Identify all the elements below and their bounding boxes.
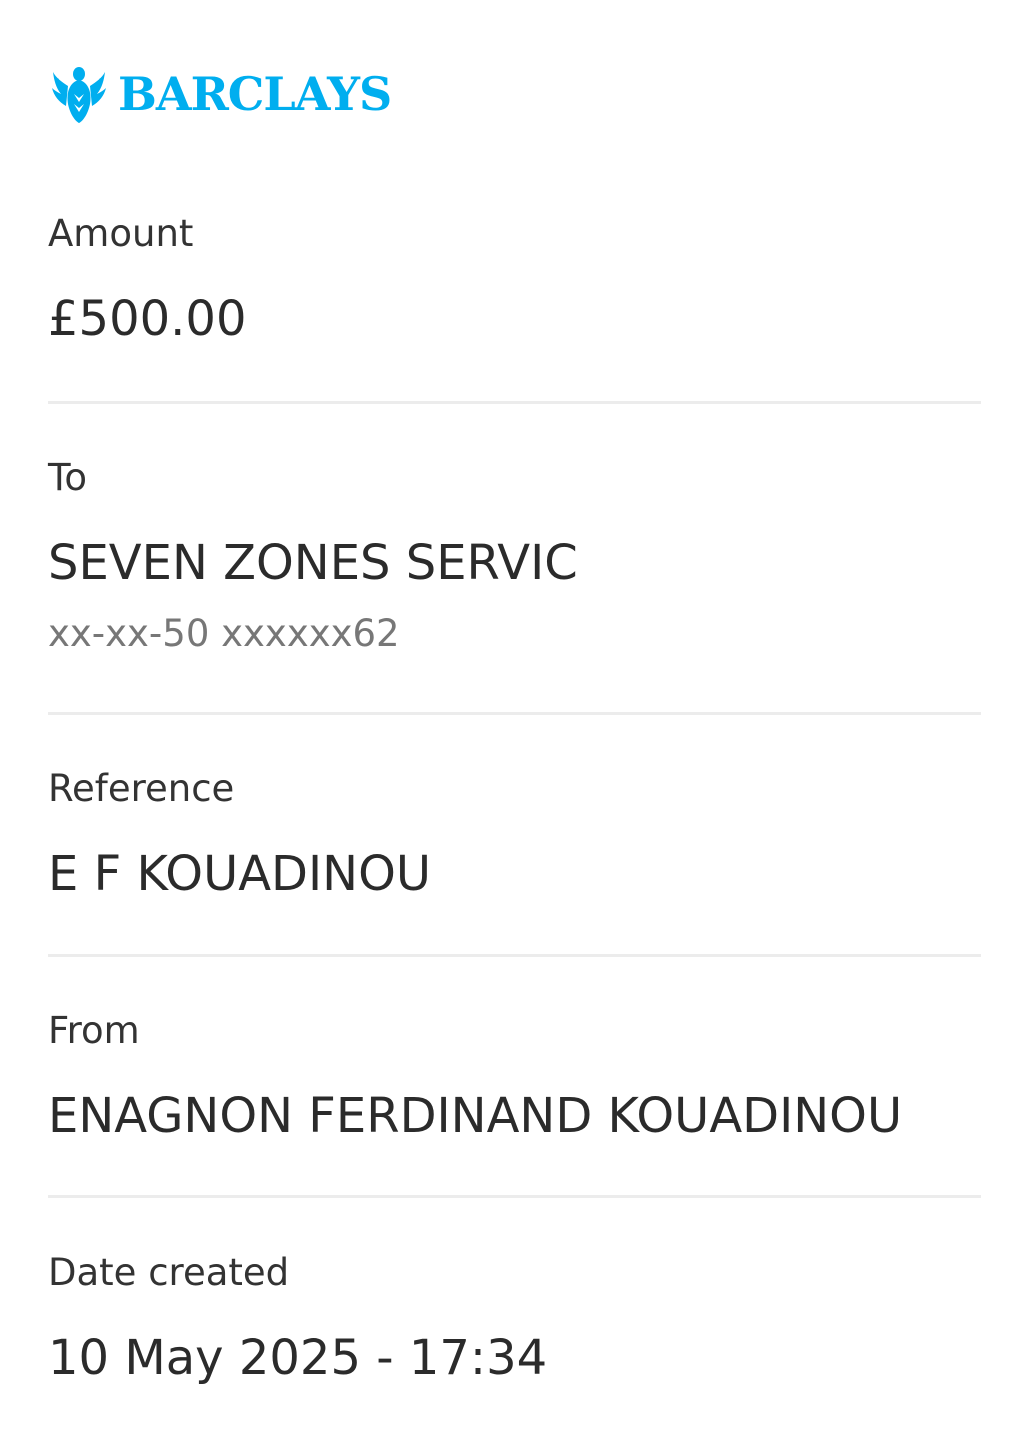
divider <box>48 712 981 715</box>
brand-name: BARCLAYS <box>118 67 392 121</box>
reference-section: Reference E F KOUADINOU <box>48 767 981 903</box>
date-created-value: 10 May 2025 - 17:34 <box>48 1330 548 1386</box>
reference-label: Reference <box>48 767 235 810</box>
divider <box>48 1195 981 1198</box>
date-created-label: Date created <box>48 1251 290 1294</box>
date-created-section: Date created 10 May 2025 - 17:34 <box>48 1251 981 1387</box>
amount-section: Amount £500.00 <box>48 212 981 348</box>
brand-logo: BARCLAYS <box>52 64 392 124</box>
from-label: From <box>48 1009 140 1052</box>
divider <box>48 401 981 404</box>
amount-label: Amount <box>48 212 194 255</box>
reference-value: E F KOUADINOU <box>48 846 431 902</box>
to-label: To <box>48 456 87 499</box>
to-section: To SEVEN ZONES SERVIC xx-xx-50 xxxxxx62 <box>48 456 981 656</box>
from-value: ENAGNON FERDINAND KOUADINOU <box>48 1088 903 1144</box>
divider <box>48 954 981 957</box>
eagle-icon <box>52 67 106 123</box>
payee-account: xx-xx-50 xxxxxx62 <box>48 612 400 655</box>
payee-name: SEVEN ZONES SERVIC <box>48 535 578 591</box>
amount-value: £500.00 <box>48 291 247 347</box>
from-section: From ENAGNON FERDINAND KOUADINOU <box>48 1009 981 1145</box>
